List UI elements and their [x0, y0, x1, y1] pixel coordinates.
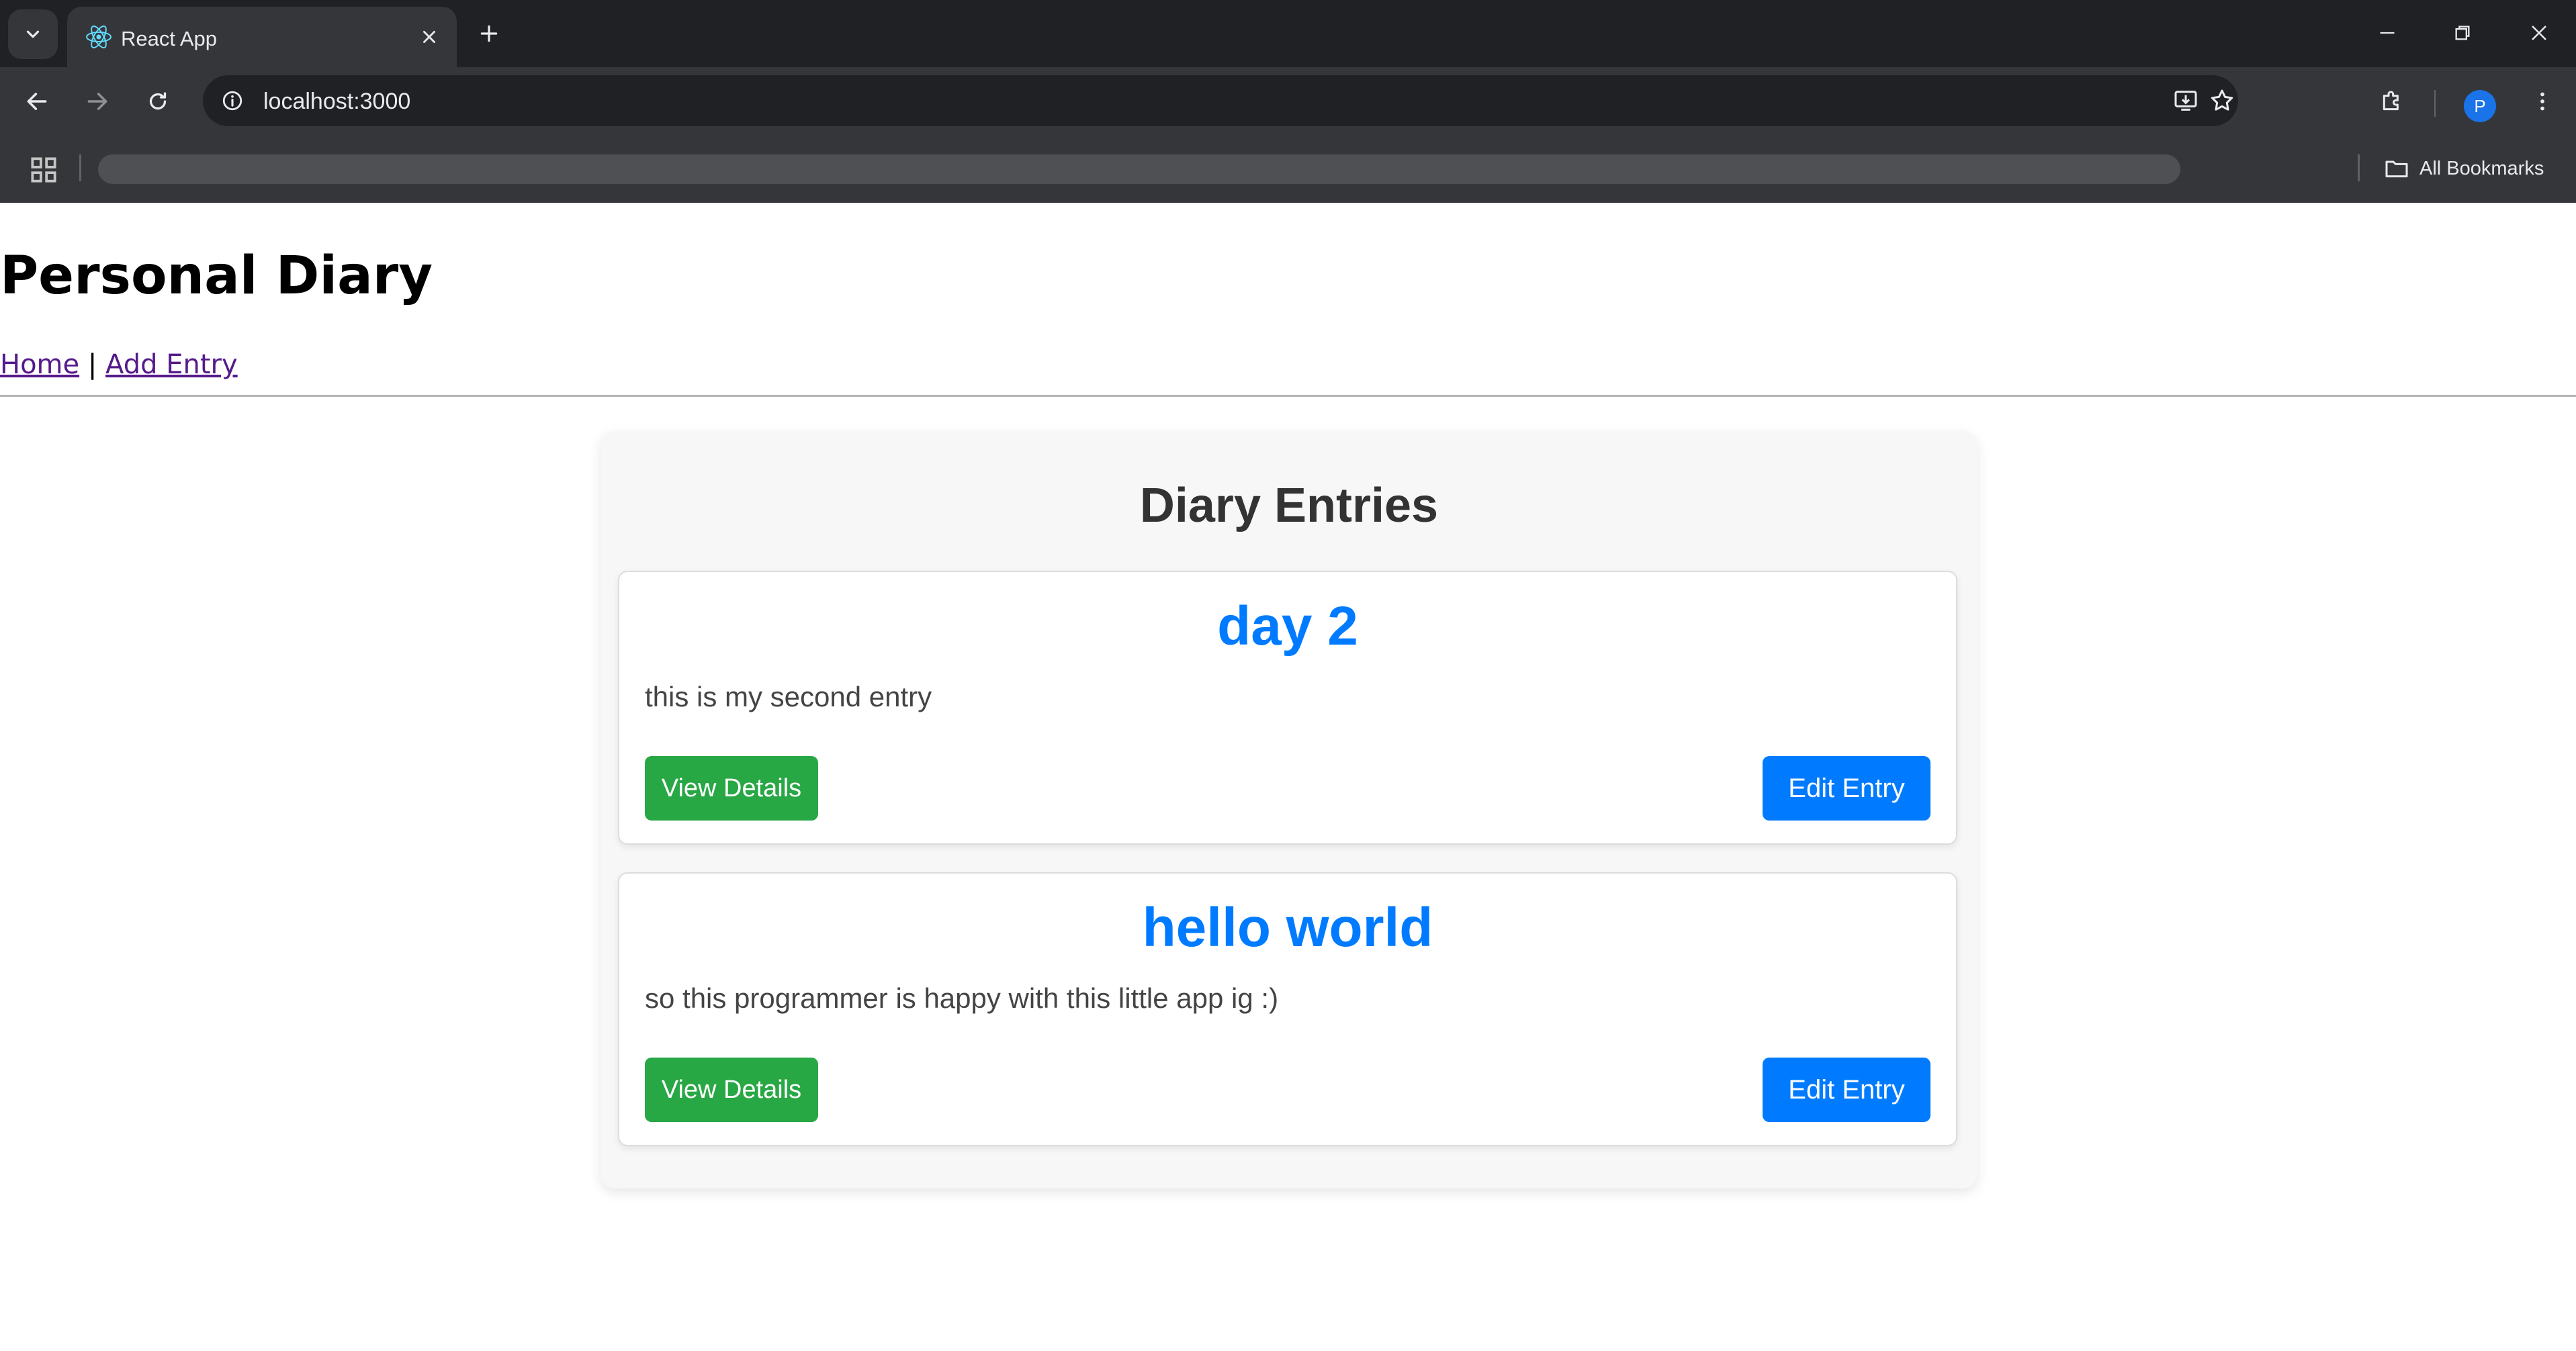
bookmark-star-button[interactable] — [2203, 83, 2241, 118]
close-icon — [423, 31, 435, 43]
install-icon — [2174, 91, 2197, 111]
edit-entry-button[interactable]: Edit Entry — [1763, 756, 1930, 821]
nav-separator: | — [87, 349, 97, 380]
tab-search-button[interactable] — [8, 9, 58, 59]
plus-icon — [480, 25, 498, 42]
diary-entry-card: hello world so this programmer is happy … — [618, 872, 1957, 1146]
main-nav: Home | Add Entry — [0, 349, 238, 380]
more-vertical-icon — [2540, 92, 2544, 111]
diary-entry-card: day 2 this is my second entry View Detai… — [618, 571, 1957, 845]
bookmarks-divider — [79, 154, 81, 181]
entry-content: so this programmer is happy with this li… — [645, 982, 1279, 1014]
restore-icon — [2455, 26, 2470, 40]
star-icon — [2211, 89, 2233, 111]
install-app-button[interactable] — [2167, 83, 2205, 118]
bookmarks-divider — [2358, 154, 2360, 181]
browser-tab[interactable]: React App — [67, 7, 457, 67]
minimize-icon — [2380, 32, 2395, 34]
tab-close-button[interactable] — [414, 21, 445, 52]
forward-button[interactable] — [77, 81, 118, 122]
page-content: Personal Diary Home | Add Entry Diary En… — [0, 203, 2576, 1351]
arrow-right-icon — [87, 93, 107, 110]
edit-entry-button[interactable]: Edit Entry — [1763, 1058, 1930, 1122]
nav-add-entry-link[interactable]: Add Entry — [105, 349, 238, 380]
puzzle-icon — [2383, 91, 2399, 111]
browser-toolbar: localhost:3000 P — [0, 67, 2576, 134]
entry-title: day 2 — [1217, 596, 1358, 657]
close-window-button[interactable] — [2512, 9, 2566, 56]
chevron-down-icon — [26, 30, 40, 38]
redacted-bookmarks — [98, 154, 2180, 184]
all-bookmarks-button[interactable]: All Bookmarks — [2383, 152, 2544, 185]
view-details-button[interactable]: View Details — [645, 756, 818, 821]
close-icon — [2532, 26, 2546, 40]
arrow-left-icon — [27, 93, 47, 110]
diary-list-container: Diary Entries day 2 this is my second en… — [601, 431, 1978, 1189]
apps-grid-icon[interactable] — [27, 153, 60, 187]
url-text: localhost:3000 — [263, 89, 411, 114]
profile-avatar[interactable]: P — [2464, 90, 2496, 122]
new-tab-button[interactable] — [470, 15, 508, 52]
reload-button[interactable] — [137, 81, 179, 122]
minimize-button[interactable] — [2360, 9, 2414, 56]
all-bookmarks-label: All Bookmarks — [2419, 157, 2544, 179]
site-info-button[interactable] — [215, 83, 250, 118]
browser-tab-strip: React App — [0, 0, 2576, 67]
view-details-button[interactable]: View Details — [645, 1058, 818, 1122]
entry-title: hello world — [1142, 897, 1433, 958]
entry-content: this is my second entry — [645, 681, 932, 712]
extensions-button[interactable] — [2371, 81, 2413, 122]
address-bar[interactable]: localhost:3000 — [203, 75, 2238, 126]
tab-title: React App — [121, 27, 218, 50]
folder-icon — [2385, 160, 2408, 178]
react-logo-icon — [86, 26, 112, 48]
info-icon — [222, 91, 242, 111]
app-title: Personal Diary — [0, 246, 433, 306]
restore-button[interactable] — [2436, 9, 2489, 56]
nav-home-link[interactable]: Home — [0, 349, 79, 380]
back-button[interactable] — [16, 81, 58, 122]
toolbar-divider — [2434, 90, 2436, 117]
bookmarks-bar: All Bookmarks — [0, 134, 2576, 203]
reload-icon — [149, 92, 167, 110]
browser-menu-button[interactable] — [2522, 81, 2563, 122]
nav-divider — [0, 395, 2576, 397]
diary-list-heading: Diary Entries — [1139, 479, 1439, 532]
